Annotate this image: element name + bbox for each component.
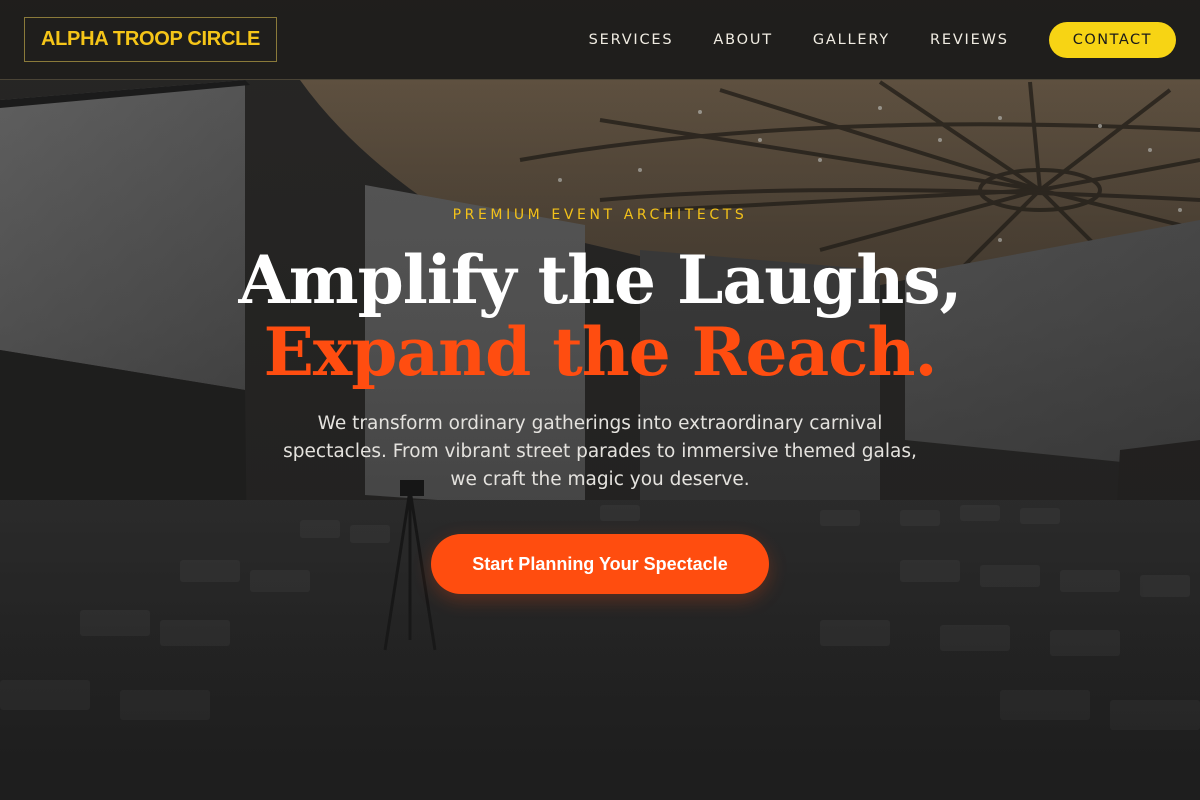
headline-line-2: Expand the Reach. [263, 313, 938, 391]
headline-line-1: Amplify the Laughs, [238, 241, 963, 319]
nav-link-reviews[interactable]: REVIEWS [930, 32, 1009, 48]
hero-content: PREMIUM EVENT ARCHITECTS Amplify the Lau… [0, 0, 1200, 800]
nav-link-about[interactable]: ABOUT [713, 32, 773, 48]
start-planning-button[interactable]: Start Planning Your Spectacle [431, 534, 769, 594]
main-nav: SERVICES ABOUT GALLERY REVIEWS CONTACT [589, 21, 1176, 58]
hero-headline: Amplify the Laughs, Expand the Reach. [0, 244, 1200, 388]
contact-button[interactable]: CONTACT [1048, 21, 1176, 58]
hero-description: We transform ordinary gatherings into ex… [283, 413, 917, 490]
nav-link-gallery[interactable]: GALLERY [813, 32, 890, 48]
brand-logo[interactable]: ALPHA TROOP CIRCLE [24, 17, 278, 62]
site-header: ALPHA TROOP CIRCLE SERVICES ABOUT GALLER… [0, 0, 1200, 80]
nav-link-services[interactable]: SERVICES [589, 32, 674, 48]
hero-eyebrow: PREMIUM EVENT ARCHITECTS [452, 207, 748, 223]
